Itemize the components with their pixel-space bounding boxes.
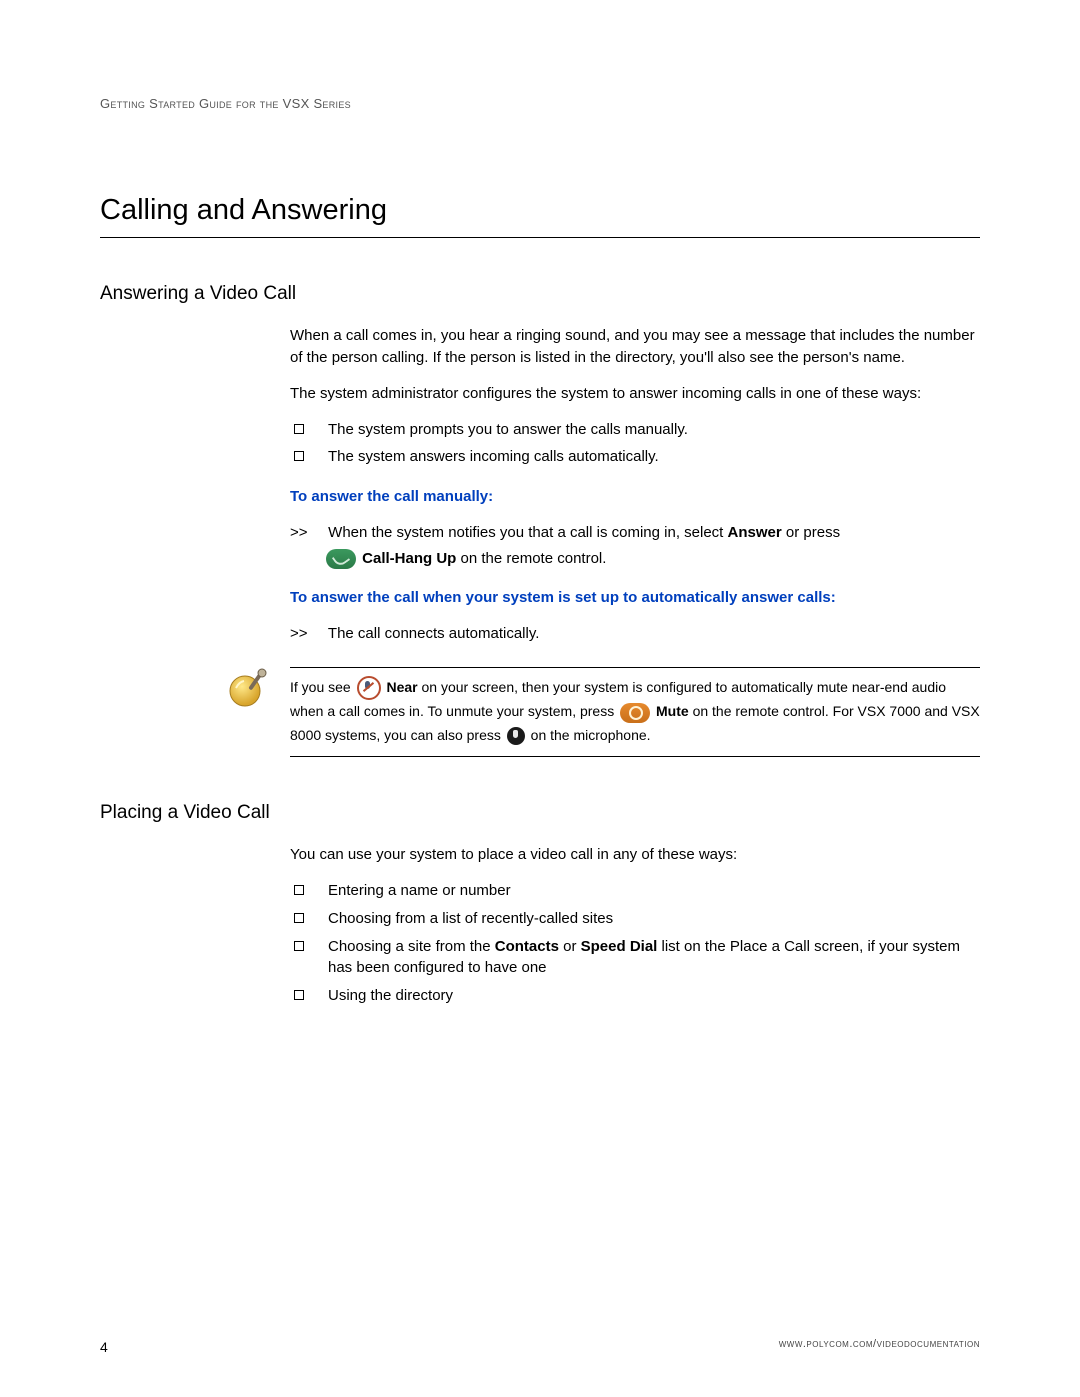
note-bell-icon	[225, 667, 269, 711]
list-item: The system prompts you to answer the cal…	[290, 419, 980, 441]
list-text: Choosing a site from the	[328, 938, 495, 955]
procedure-step: >> When the system notifies you that a c…	[290, 522, 980, 570]
bullet-list: Entering a name or number Choosing from …	[290, 880, 980, 1007]
ui-label-callhangup: Call-Hang Up	[362, 550, 456, 567]
paragraph: When a call comes in, you hear a ringing…	[290, 325, 980, 369]
list-item: Using the directory	[290, 985, 980, 1007]
procedure-heading: To answer the call when your system is s…	[290, 587, 980, 609]
list-item: Choosing from a list of recently-called …	[290, 908, 980, 930]
list-text: or	[559, 938, 581, 955]
ui-label-speeddial: Speed Dial	[581, 938, 658, 955]
list-item: Entering a name or number	[290, 880, 980, 902]
procedure-step: >> The call connects automatically.	[290, 623, 980, 645]
paragraph: The system administrator configures the …	[290, 383, 980, 405]
mute-button-icon	[620, 703, 650, 723]
section-body: You can use your system to place a video…	[290, 844, 980, 1007]
running-header: Getting Started Guide for the VSX Series	[100, 95, 980, 114]
near-mute-icon	[357, 676, 381, 700]
page-number: 4	[100, 1337, 108, 1357]
step-text: The call connects automatically.	[328, 625, 540, 642]
note-block: If you see Near on your screen, then you…	[290, 667, 980, 757]
section-heading-placing: Placing a Video Call	[100, 799, 980, 827]
microphone-icon	[507, 727, 525, 745]
document-page: Getting Started Guide for the VSX Series…	[0, 0, 1080, 1397]
step-text: on the remote control.	[456, 550, 606, 567]
ui-label-answer: Answer	[728, 524, 782, 541]
step-marker: >>	[290, 623, 324, 645]
paragraph: You can use your system to place a video…	[290, 844, 980, 866]
step-marker: >>	[290, 522, 324, 544]
chapter-title: Calling and Answering	[100, 189, 980, 238]
note-text: If you see	[290, 679, 355, 695]
note-text: on the microphone.	[531, 727, 651, 743]
list-item: The system answers incoming calls automa…	[290, 446, 980, 468]
section-heading-answering: Answering a Video Call	[100, 280, 980, 308]
list-item: Choosing a site from the Contacts or Spe…	[290, 936, 980, 980]
procedure-heading: To answer the call manually:	[290, 486, 980, 508]
step-text: When the system notifies you that a call…	[328, 524, 727, 541]
step-text: or press	[782, 524, 840, 541]
footer-url: www.polycom.com/videodocumentation	[779, 1337, 980, 1353]
bullet-list: The system prompts you to answer the cal…	[290, 419, 980, 469]
ui-label-near: Near	[386, 679, 417, 695]
ui-label-mute: Mute	[656, 703, 689, 719]
ui-label-contacts: Contacts	[495, 938, 559, 955]
call-icon	[326, 549, 356, 569]
section-body: When a call comes in, you hear a ringing…	[290, 325, 980, 756]
